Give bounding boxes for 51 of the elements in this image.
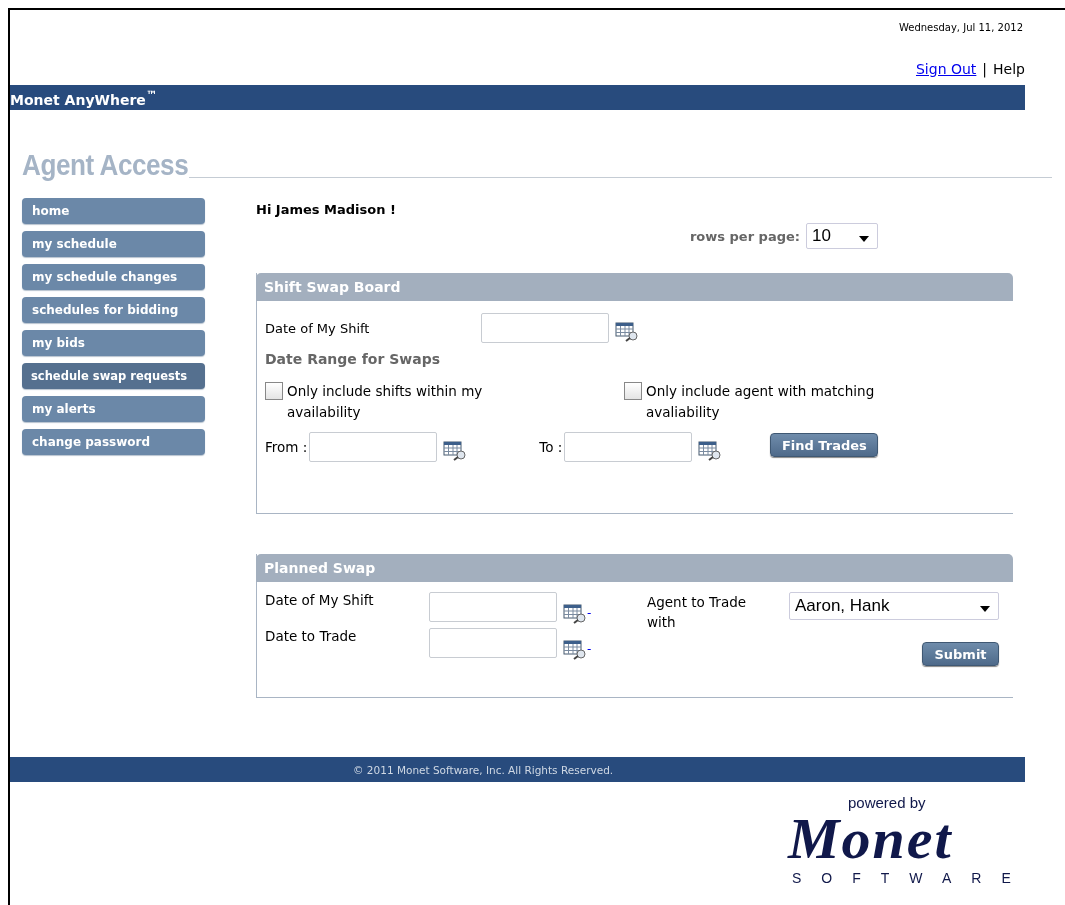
sidebar-item[interactable]: schedules for bidding: [22, 297, 205, 323]
date-text: Wednesday, Jul 11, 2012: [897, 21, 1024, 35]
calendar-icon[interactable]: [443, 441, 468, 461]
separator: |: [982, 60, 988, 77]
submit-button[interactable]: Submit: [922, 642, 999, 666]
date-input[interactable]: [429, 628, 557, 658]
sidebar-item[interactable]: my alerts: [22, 396, 205, 422]
from-label: From :: [265, 439, 308, 455]
rows-per-page-label: rows per page:: [689, 228, 800, 244]
greeting: Hi James Madison !: [256, 202, 397, 217]
calendar-icon[interactable]: [615, 322, 639, 342]
rows-per-page-select[interactable]: 10: [806, 223, 878, 249]
sidebar-item[interactable]: my bids: [22, 330, 205, 356]
caret-icon: [859, 236, 869, 242]
field-label: Date of My Shift: [265, 320, 371, 336]
calendar-icon[interactable]: [698, 441, 723, 461]
field-label: Date to Trade: [265, 628, 358, 644]
checkbox[interactable]: [265, 382, 283, 400]
date-input[interactable]: [481, 313, 609, 343]
checkbox-label: Only include agent with matching avaliability: [646, 382, 876, 422]
dash-text: -: [587, 606, 592, 620]
caret-icon: [980, 606, 990, 612]
sidebar-item[interactable]: my schedule changes: [22, 264, 205, 290]
sign-out-link[interactable]: Sign Out: [916, 60, 977, 77]
sidebar-item[interactable]: home: [22, 198, 205, 224]
find-trades-button[interactable]: Find Trades: [770, 433, 879, 457]
section-label: Date Range for Swaps: [265, 351, 442, 367]
checkbox-label: Only include shifts within my availability: [287, 382, 484, 422]
to-label: To :: [539, 439, 563, 455]
to-date-input[interactable]: [564, 432, 693, 462]
field-label: Date of My Shift: [265, 592, 375, 608]
sidebar-item[interactable]: schedule swap requests: [22, 363, 205, 389]
dash-text: -: [587, 642, 592, 656]
sidebar-item[interactable]: my schedule: [22, 231, 205, 257]
calendar-icon[interactable]: [563, 640, 587, 660]
panel-title: Shift Swap Board: [264, 279, 401, 295]
logo-wordmark: Monet: [788, 814, 953, 864]
page-title: Agent Access: [22, 150, 189, 180]
logo-tagline: SOFTWARE: [792, 870, 1031, 886]
calendar-icon[interactable]: [563, 604, 587, 624]
powered-by-text: powered by: [848, 794, 926, 811]
brand-title: Monet AnyWhere$^{™}$: [10, 87, 158, 108]
help-link[interactable]: Help: [993, 60, 1025, 77]
field-label: Agent to Trade with: [647, 593, 748, 632]
copyright-text: © 2011 Monet Software, Inc. All Rights Reserved.: [353, 763, 614, 776]
checkbox[interactable]: [624, 382, 642, 400]
sidebar-item[interactable]: change password: [22, 429, 205, 455]
agent-select[interactable]: Aaron, Hank: [789, 592, 999, 620]
from-date-input[interactable]: [309, 432, 438, 462]
panel-title: Planned Swap: [264, 560, 376, 576]
date-input[interactable]: [429, 592, 557, 622]
